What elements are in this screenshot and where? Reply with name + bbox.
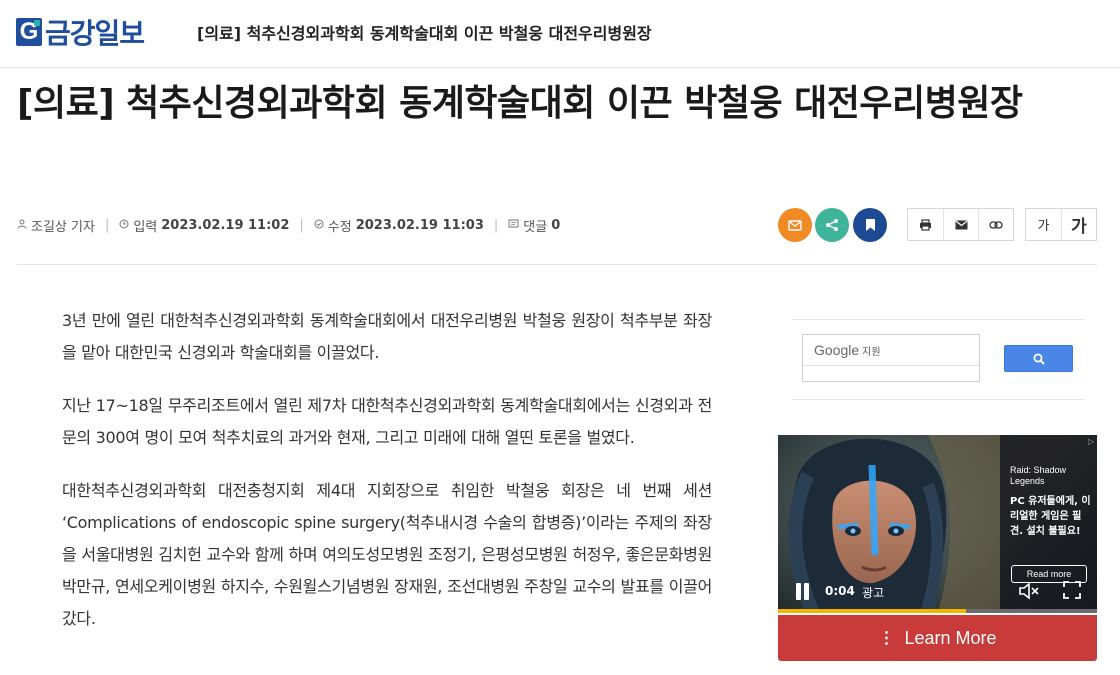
ad-progress-fill (778, 609, 967, 613)
more-vertical-icon: ⋮ (878, 630, 895, 647)
ad-video-frame[interactable]: ▷ Raid: Shadow Legends PC 유저들에게, 이 리얼한 게… (778, 435, 1097, 613)
search-brand-sub: 지원 (862, 347, 881, 358)
person-icon (17, 219, 27, 232)
ad-title: Raid: Shadow Legends (1010, 465, 1067, 486)
posted-info: 입력 2023.02.19 11:02 (119, 216, 289, 235)
ad-label: 광고 (862, 586, 885, 600)
check-circle-icon (314, 219, 324, 232)
clock-icon (119, 219, 129, 232)
logo-name: 금강일보 (45, 17, 145, 50)
ad-choices-icon[interactable]: ▷ (1088, 437, 1094, 446)
share-icon (826, 219, 838, 231)
fullscreen-icon[interactable] (1063, 581, 1081, 599)
print-icon (920, 218, 931, 231)
article-tools (907, 208, 1014, 241)
meta-separator: | (299, 217, 304, 233)
ad-player-controls: 0:04 광고 (778, 575, 1097, 609)
link-icon (989, 220, 1003, 229)
article-paragraph: 대한척추신경외과학회 대전충청지회 제4대 지회장으로 취임한 박철웅 회장은 … (62, 481, 712, 628)
posted-label: 입력 (133, 219, 158, 235)
comments-label: 댓글 (523, 219, 548, 235)
font-smaller-button[interactable]: 가 (1026, 209, 1061, 240)
article-meta: 조길상 기자 | 입력 2023.02.19 11:02 | 수정 2023.0… (17, 215, 560, 235)
share-social-button[interactable] (815, 208, 849, 242)
ad-description: PC 유저들에게, 이 리얼한 게임은 필견. 설치 불필요! (1010, 496, 1091, 537)
mail-icon (788, 219, 802, 231)
author-info: 조길상 기자 (17, 216, 95, 235)
font-larger-button[interactable]: 가 (1061, 209, 1096, 240)
sidebar-divider (792, 319, 1084, 320)
email-icon (954, 220, 968, 229)
search-input[interactable]: Google 지원 (802, 334, 980, 382)
posted-date: 2023.02.19 11:02 (161, 217, 290, 233)
bookmark-icon (865, 219, 875, 231)
search-button[interactable] (1004, 345, 1073, 372)
pause-icon[interactable] (793, 582, 811, 600)
learn-more-button[interactable]: ⋮ Learn More (778, 615, 1097, 661)
comment-icon (508, 219, 519, 232)
comments-count: 0 (551, 217, 561, 233)
author-name: 조길상 기자 (31, 219, 95, 235)
modified-info: 수정 2023.02.19 11:03 (314, 216, 484, 235)
search-brand-name: Google (814, 342, 860, 358)
comments-info[interactable]: 댓글 0 (508, 216, 560, 235)
learn-more-label: Learn More (904, 627, 997, 648)
sticky-headline: [의료] 척추신경외과학회 동계학술대회 이끈 박철웅 대전우리병원장 (197, 24, 652, 43)
logo-mark: G (16, 18, 42, 46)
top-bar: G 금강일보 [의료] 척추신경외과학회 동계학술대회 이끈 박철웅 대전우리병… (0, 0, 1120, 68)
sidebar-divider (792, 399, 1084, 400)
meta-separator: | (493, 217, 499, 233)
email-button[interactable] (943, 209, 978, 240)
search-input-underline (803, 365, 979, 366)
article-body: 3년 만에 열린 대한척추신경외과학회 동계학술대회에서 대전우리병원 박철웅 … (62, 305, 712, 656)
video-ad[interactable]: ▷ Raid: Shadow Legends PC 유저들에게, 이 리얼한 게… (778, 435, 1097, 661)
share-mail-button[interactable] (778, 208, 812, 242)
site-logo[interactable]: G 금강일보 (16, 16, 145, 50)
meta-separator: | (104, 217, 110, 233)
mute-icon[interactable] (1018, 582, 1040, 600)
ad-time: 0:04 (825, 584, 855, 598)
ad-progress-bar[interactable] (778, 609, 1097, 613)
search-icon (1033, 353, 1045, 365)
article-paragraph: 3년 만에 열린 대한척추신경외과학회 동계학술대회에서 대전우리병원 박철웅 … (62, 311, 712, 362)
modified-date: 2023.02.19 11:03 (355, 217, 484, 233)
article-headline: [의료] 척추신경외과학회 동계학술대회 이끈 박철웅 대전우리병원장 (17, 83, 1023, 124)
article-paragraph: 지난 17~18일 무주리조트에서 열린 제7차 대한척추신경외과학회 동계학술… (62, 396, 712, 447)
font-size-tools: 가 가 (1025, 208, 1097, 241)
bookmark-button[interactable] (853, 208, 887, 242)
modified-label: 수정 (327, 219, 352, 235)
print-button[interactable] (908, 209, 943, 240)
copy-link-button[interactable] (978, 209, 1013, 240)
header-divider (17, 264, 1097, 265)
search-brand: Google 지원 (814, 342, 881, 358)
